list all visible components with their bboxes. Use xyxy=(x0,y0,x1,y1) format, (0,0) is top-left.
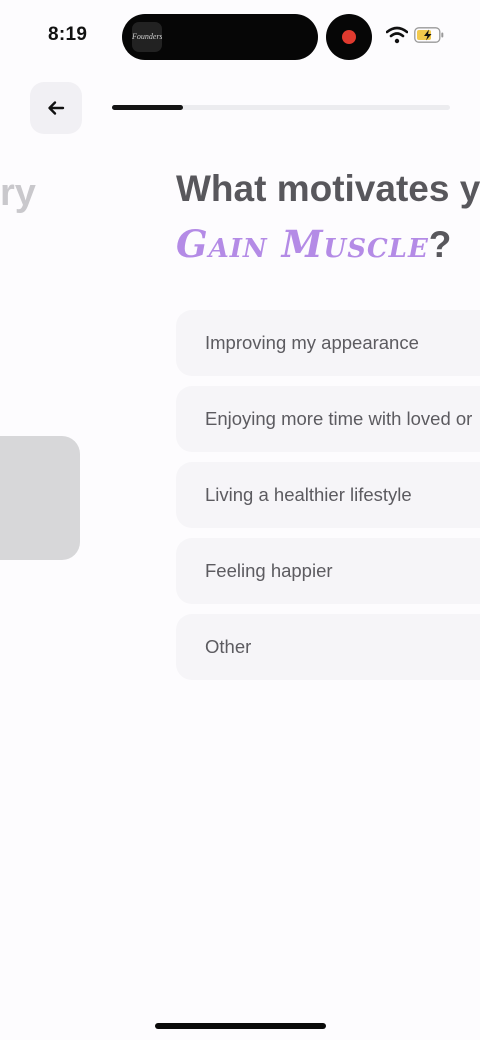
onboarding-progress-bar xyxy=(112,105,450,110)
previous-slide-card xyxy=(0,436,80,560)
option-improving-appearance[interactable]: Improving my appearance xyxy=(176,310,480,376)
back-button[interactable] xyxy=(30,82,82,134)
home-indicator[interactable] xyxy=(155,1023,326,1029)
progress-fill xyxy=(112,105,183,110)
option-more-time-with-loved-ones[interactable]: Enjoying more time with loved or xyxy=(176,386,480,452)
wifi-icon xyxy=(386,26,408,44)
dynamic-island[interactable]: Founders xyxy=(122,14,318,60)
question-title: What motivates y xyxy=(176,168,480,209)
screen-recording-indicator[interactable] xyxy=(326,14,372,60)
question-goal-line: Gain Muscle? xyxy=(176,222,451,266)
record-icon xyxy=(342,30,356,44)
arrow-left-icon xyxy=(48,101,65,115)
option-feeling-happier[interactable]: Feeling happier xyxy=(176,538,480,604)
option-other[interactable]: Other xyxy=(176,614,480,680)
question-mark: ? xyxy=(428,224,452,265)
previous-slide-title: ry xyxy=(0,172,36,214)
motivation-options: Improving my appearance Enjoying more ti… xyxy=(176,310,480,690)
option-healthier-lifestyle[interactable]: Living a healthier lifestyle xyxy=(176,462,480,528)
status-time: 8:19 xyxy=(48,24,88,45)
goal-highlight: Gain Muscle xyxy=(176,222,429,266)
island-thumbnail: Founders xyxy=(132,22,162,52)
battery-icon xyxy=(414,27,444,43)
